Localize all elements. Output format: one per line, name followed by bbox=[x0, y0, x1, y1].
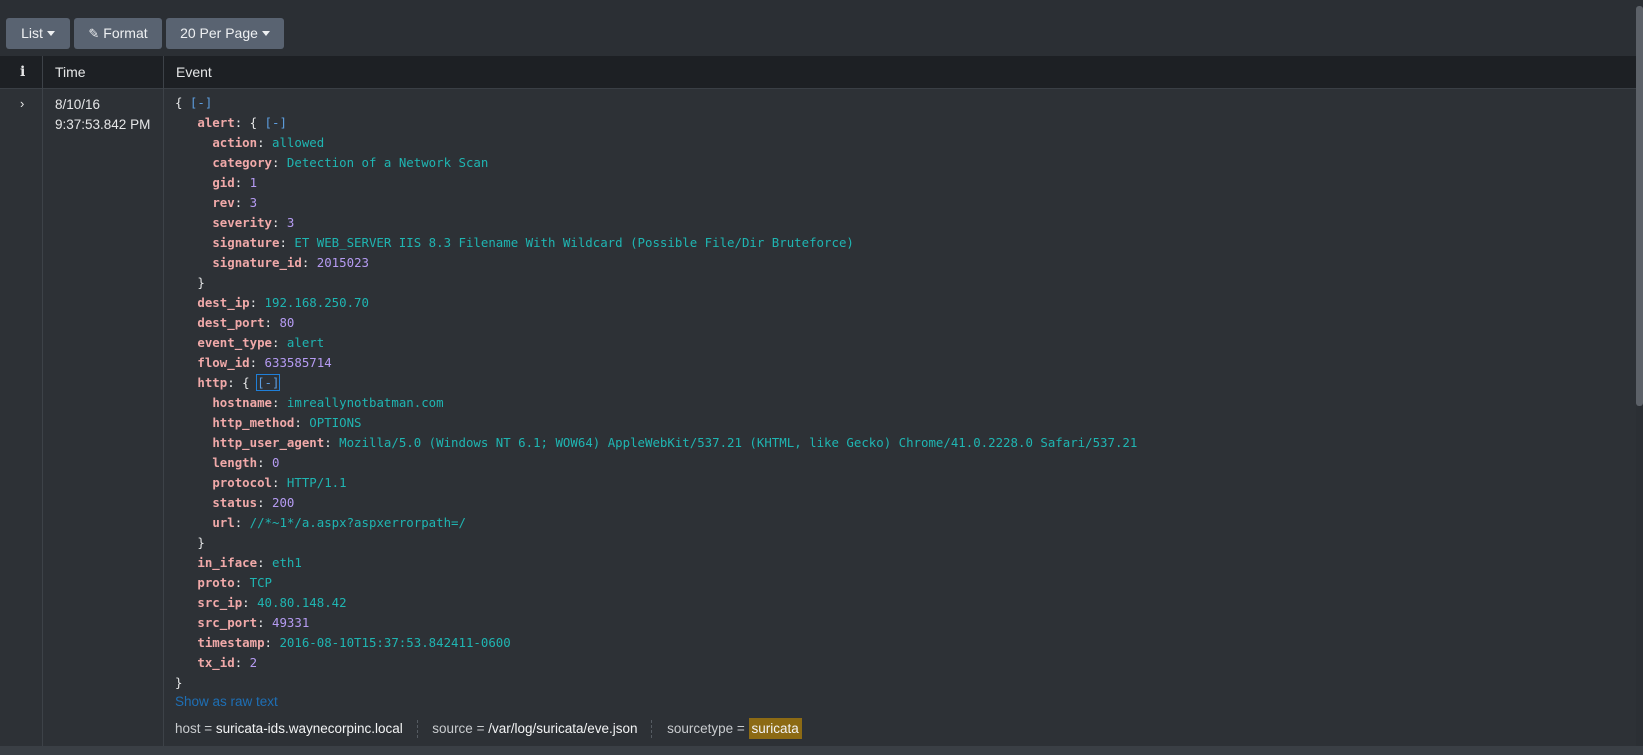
field-value[interactable]: OPTIONS bbox=[309, 415, 361, 430]
field-key[interactable]: protocol bbox=[212, 475, 272, 490]
column-divider bbox=[163, 56, 164, 746]
field-key[interactable]: dest_ip bbox=[197, 295, 249, 310]
list-view-label: List bbox=[21, 25, 43, 41]
per-page-label: 20 Per Page bbox=[180, 25, 258, 41]
field-value[interactable]: 2016-08-10T15:37:53.842411-0600 bbox=[279, 635, 510, 650]
vertical-scrollbar[interactable] bbox=[1636, 0, 1643, 755]
field-key[interactable]: length bbox=[212, 455, 257, 470]
event-date: 8/10/16 bbox=[55, 97, 101, 112]
expand-row-icon[interactable]: › bbox=[20, 96, 30, 111]
field-value[interactable]: 192.168.250.70 bbox=[265, 295, 369, 310]
field-value[interactable]: ET WEB_SERVER IIS 8.3 Filename With Wild… bbox=[294, 235, 854, 250]
field-key[interactable]: category bbox=[212, 155, 272, 170]
event-json: { [-] alert: { [-] action: allowed categ… bbox=[175, 95, 1138, 690]
sourcetype-value[interactable]: suricata bbox=[748, 718, 802, 739]
results-toolbar: List ✎ Format 20 Per Page bbox=[0, 0, 1636, 56]
field-value[interactable]: TCP bbox=[250, 575, 272, 590]
field-value[interactable]: //*~1*/a.aspx?aspxerrorpath=/ bbox=[250, 515, 466, 530]
chevron-down-icon bbox=[261, 30, 270, 36]
field-value[interactable]: Detection of a Network Scan bbox=[287, 155, 488, 170]
field-key[interactable]: url bbox=[212, 515, 234, 530]
field-value[interactable]: 2015023 bbox=[317, 255, 369, 270]
event-time: 8/10/16 9:37:53.842 PM bbox=[55, 95, 155, 135]
field-key[interactable]: tx_id bbox=[197, 655, 234, 670]
field-value[interactable]: allowed bbox=[272, 135, 324, 150]
field-key[interactable]: http_method bbox=[212, 415, 294, 430]
field-value[interactable]: imreallynotbatman.com bbox=[287, 395, 444, 410]
field-key[interactable]: proto bbox=[197, 575, 234, 590]
field-key[interactable]: rev bbox=[212, 195, 234, 210]
column-divider bbox=[42, 56, 43, 746]
field-key[interactable]: http_user_agent bbox=[212, 435, 324, 450]
field-value[interactable]: 2 bbox=[250, 655, 257, 670]
source-value[interactable]: /var/log/suricata/eve.json bbox=[488, 721, 637, 736]
field-value[interactable]: 80 bbox=[279, 315, 294, 330]
sourcetype-label: sourcetype = bbox=[667, 721, 745, 736]
field-value[interactable]: HTTP/1.1 bbox=[287, 475, 347, 490]
field-key[interactable]: http bbox=[197, 375, 227, 390]
metadata-divider bbox=[651, 720, 653, 739]
host-label: host = bbox=[175, 721, 213, 736]
field-key[interactable]: hostname bbox=[212, 395, 272, 410]
field-key[interactable]: status bbox=[212, 495, 257, 510]
field-key[interactable]: src_ip bbox=[197, 595, 242, 610]
field-value[interactable]: 3 bbox=[250, 195, 257, 210]
chevron-down-icon bbox=[46, 30, 55, 36]
field-key[interactable]: severity bbox=[212, 215, 272, 230]
list-view-button[interactable]: List bbox=[6, 18, 70, 49]
field-value[interactable]: 1 bbox=[250, 175, 257, 190]
field-key[interactable]: timestamp bbox=[197, 635, 264, 650]
field-value[interactable]: Mozilla/5.0 (Windows NT 6.1; WOW64) Appl… bbox=[339, 435, 1137, 450]
format-label: Format bbox=[103, 25, 148, 41]
event-metadata: host = suricata-ids.waynecorpinc.local s… bbox=[175, 717, 802, 741]
collapse-toggle[interactable]: [-] bbox=[265, 115, 287, 130]
field-key[interactable]: gid bbox=[212, 175, 234, 190]
info-column-header: i bbox=[20, 64, 26, 80]
scrollbar-thumb[interactable] bbox=[1636, 6, 1643, 406]
show-raw-text-link[interactable]: Show as raw text bbox=[175, 694, 278, 709]
field-key[interactable]: dest_port bbox=[197, 315, 264, 330]
collapse-toggle[interactable]: [-] bbox=[190, 95, 212, 110]
field-value[interactable]: 3 bbox=[287, 215, 294, 230]
field-value[interactable]: 0 bbox=[272, 455, 279, 470]
event-column-header[interactable]: Event bbox=[176, 56, 212, 88]
field-key[interactable]: signature_id bbox=[212, 255, 302, 270]
pencil-icon: ✎ bbox=[88, 26, 100, 41]
field-key[interactable]: in_iface bbox=[197, 555, 257, 570]
metadata-divider bbox=[416, 720, 419, 739]
field-value[interactable]: eth1 bbox=[272, 555, 302, 570]
host-value[interactable]: suricata-ids.waynecorpinc.local bbox=[216, 721, 403, 736]
collapse-toggle[interactable]: [-] bbox=[256, 374, 281, 391]
horizontal-scrollbar[interactable] bbox=[0, 746, 1643, 755]
field-value[interactable]: alert bbox=[287, 335, 324, 350]
field-key[interactable]: event_type bbox=[197, 335, 272, 350]
event-clock: 9:37:53.842 PM bbox=[55, 117, 151, 132]
field-key[interactable]: flow_id bbox=[197, 355, 249, 370]
field-key[interactable]: action bbox=[212, 135, 257, 150]
field-value[interactable]: 200 bbox=[272, 495, 294, 510]
table-header: i Time Event bbox=[0, 56, 1636, 89]
time-column-header[interactable]: Time bbox=[55, 56, 86, 88]
per-page-button[interactable]: 20 Per Page bbox=[166, 18, 284, 49]
field-value[interactable]: 49331 bbox=[272, 615, 309, 630]
field-key[interactable]: src_port bbox=[197, 615, 257, 630]
field-value[interactable]: 40.80.148.42 bbox=[257, 595, 347, 610]
field-key[interactable]: alert bbox=[197, 115, 234, 130]
format-button[interactable]: ✎ Format bbox=[74, 18, 162, 49]
source-label: source = bbox=[432, 721, 485, 736]
field-key[interactable]: signature bbox=[212, 235, 279, 250]
field-value[interactable]: 633585714 bbox=[265, 355, 332, 370]
